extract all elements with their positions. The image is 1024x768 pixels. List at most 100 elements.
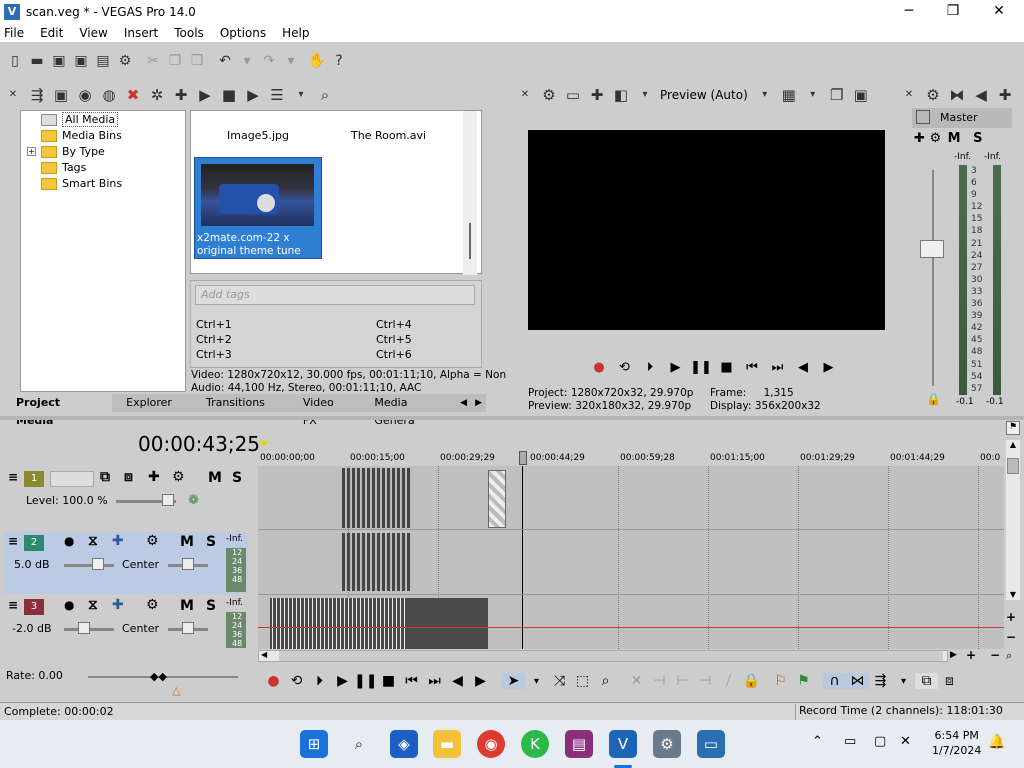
playhead-handle[interactable] bbox=[519, 451, 527, 465]
paste-icon[interactable]: ❒ bbox=[188, 52, 206, 70]
ripple-dropdown-icon[interactable]: ▾ bbox=[892, 676, 915, 687]
track-motion-icon[interactable]: ⧉ bbox=[100, 469, 110, 485]
help-icon[interactable]: ? bbox=[330, 52, 348, 70]
grid-dropdown-icon[interactable]: ▾ bbox=[804, 86, 822, 104]
normal-edit-tool-icon[interactable]: ➤ bbox=[502, 673, 525, 689]
kinemaster-icon[interactable]: K bbox=[521, 730, 549, 758]
zoom-out-horizontal-icon[interactable]: − bbox=[990, 648, 1000, 662]
audio-event[interactable] bbox=[270, 598, 488, 649]
tree-item-by-type[interactable]: + By Type bbox=[27, 144, 105, 159]
prev-frame-icon[interactable]: ◀ bbox=[792, 360, 814, 375]
clock[interactable]: 6:54 PM 1/7/2024 bbox=[932, 728, 981, 758]
solo-button[interactable]: S bbox=[206, 598, 216, 614]
tree-item-all-media[interactable]: All Media bbox=[41, 112, 119, 127]
get-media-icon[interactable]: ◉ bbox=[76, 86, 94, 104]
copy-icon[interactable]: ❐ bbox=[166, 52, 184, 70]
media-file-selected[interactable]: x2mate.com-22 x original theme tune and … bbox=[194, 157, 322, 270]
horizontal-scrollbar[interactable]: ◀ bbox=[258, 650, 948, 662]
redo-dropdown-icon[interactable]: ▾ bbox=[282, 52, 300, 70]
undo-icon[interactable]: ↶ bbox=[216, 52, 234, 70]
tabs-scroll-right-icon[interactable]: ▶ bbox=[471, 394, 486, 412]
mute-button[interactable]: M bbox=[180, 598, 194, 614]
pan-slider-knob[interactable] bbox=[182, 558, 194, 570]
winrar-icon[interactable]: ▤ bbox=[565, 730, 593, 758]
split-screen-icon[interactable]: ✚ bbox=[588, 86, 606, 104]
menu-options[interactable]: Options bbox=[220, 26, 266, 40]
master-mute-button[interactable]: M bbox=[948, 131, 961, 146]
solo-button[interactable]: S bbox=[232, 470, 242, 486]
track-fx-icon[interactable]: ⚙ bbox=[146, 597, 159, 613]
master-fader[interactable] bbox=[920, 240, 944, 258]
preview-quality-dropdown-icon[interactable]: ▾ bbox=[636, 86, 654, 104]
envelope-tool-icon[interactable]: ⤨ bbox=[548, 673, 571, 689]
tag-shortcut[interactable]: Ctrl+3 bbox=[196, 347, 232, 362]
audio-event[interactable] bbox=[342, 533, 412, 591]
store-icon[interactable]: ◈ bbox=[390, 730, 418, 758]
media-generators-icon[interactable]: ✚ bbox=[172, 86, 190, 104]
volume-envelope[interactable] bbox=[258, 627, 1004, 628]
tab-project-media[interactable]: Project Media bbox=[4, 394, 113, 427]
arm-record-icon[interactable]: ● bbox=[64, 534, 74, 548]
auto-crossfade-icon[interactable]: ⋈ bbox=[846, 673, 869, 689]
tree-item-media-bins[interactable]: Media Bins bbox=[41, 128, 122, 143]
overlays-icon[interactable]: ◧ bbox=[612, 86, 630, 104]
menu-insert[interactable]: Insert bbox=[124, 26, 158, 40]
device-preview-icon[interactable]: ▭ bbox=[564, 86, 582, 104]
play-icon[interactable]: ▶ bbox=[331, 673, 354, 689]
menu-file[interactable]: File bbox=[4, 26, 24, 40]
tab-explorer[interactable]: Explorer bbox=[112, 394, 186, 412]
loop-playback-icon[interactable]: ⟲ bbox=[285, 673, 308, 689]
edit-tool-dropdown-icon[interactable]: ▾ bbox=[525, 676, 548, 687]
rate-slider-knob[interactable]: ◆◆ bbox=[150, 670, 167, 683]
pause-icon[interactable]: ❚❚ bbox=[690, 360, 712, 375]
play-icon[interactable]: ▶ bbox=[196, 86, 214, 104]
stop-icon[interactable]: ■ bbox=[377, 673, 400, 689]
tag-shortcut[interactable]: Ctrl+6 bbox=[376, 347, 412, 362]
arm-record-icon[interactable]: ● bbox=[64, 598, 74, 612]
tag-shortcut[interactable]: Ctrl+4 bbox=[376, 317, 412, 332]
windows-start-icon[interactable]: ⊞ bbox=[300, 730, 328, 758]
stop-icon[interactable]: ■ bbox=[220, 86, 238, 104]
tab-media-generators[interactable]: Media Genera bbox=[368, 394, 456, 427]
trim-icon[interactable]: ⊣ bbox=[648, 673, 671, 689]
cut-icon[interactable]: ✂ bbox=[144, 52, 162, 70]
go-to-end-icon[interactable]: ⏭ bbox=[767, 360, 789, 375]
tree-item-smart-bins[interactable]: Smart Bins bbox=[41, 176, 122, 191]
solo-button[interactable]: S bbox=[206, 534, 216, 550]
selection-tool-icon[interactable]: ⬚ bbox=[571, 673, 594, 689]
volume-muted-icon[interactable]: ✕ bbox=[900, 734, 911, 749]
settings-icon[interactable]: ⚙ bbox=[653, 730, 681, 758]
track-header-2[interactable]: ≡ 2 ● ⧖ ✚ ⚙ M S -Inf. 5.0 dB Center 12 24… bbox=[4, 532, 248, 594]
record-icon[interactable]: ● bbox=[588, 360, 610, 375]
pan-crop-icon[interactable]: ✚ bbox=[148, 469, 160, 485]
media-file-image5[interactable]: Image5.jpg bbox=[227, 129, 289, 142]
zoom-in-horizontal-icon[interactable]: + bbox=[966, 648, 976, 662]
zoom-tool-icon[interactable]: ⌕ bbox=[1006, 649, 1012, 663]
undo-dropdown-icon[interactable]: ▾ bbox=[238, 52, 256, 70]
automation-icon[interactable]: ✚ bbox=[112, 597, 124, 613]
search-icon[interactable]: ⌕ bbox=[345, 730, 373, 758]
tree-item-tags[interactable]: Tags bbox=[41, 160, 86, 175]
play-from-start-icon[interactable]: ⏵ bbox=[639, 360, 661, 375]
save-icon[interactable]: ▣ bbox=[50, 52, 68, 70]
remote-desktop-icon[interactable]: ▭ bbox=[697, 730, 725, 758]
timeline-ruler[interactable]: 00:00:00;00 00:00:15;00 00:00:29;29 00:0… bbox=[258, 450, 1004, 466]
open-icon[interactable]: ▬ bbox=[28, 52, 46, 70]
automation-icon[interactable]: ✚ bbox=[112, 533, 124, 549]
play-from-start-icon[interactable]: ⏵ bbox=[308, 673, 331, 689]
track-fx-bypass-icon[interactable]: ❁ bbox=[188, 493, 199, 508]
trim-end-icon[interactable]: ⊣ bbox=[694, 673, 717, 689]
save-snapshot-icon[interactable]: ▣ bbox=[852, 86, 870, 104]
prev-frame-icon[interactable]: ◀ bbox=[446, 673, 469, 689]
master-properties-icon[interactable]: ⚙ bbox=[924, 86, 942, 104]
file-explorer-icon[interactable]: ▬ bbox=[433, 730, 461, 758]
tag-shortcut[interactable]: Ctrl+1 bbox=[196, 317, 232, 332]
menu-help[interactable]: Help bbox=[282, 26, 309, 40]
grid-icon[interactable]: ▦ bbox=[780, 86, 798, 104]
add-tags-field[interactable]: Add tags bbox=[195, 285, 475, 305]
go-to-start-icon[interactable]: ⏮ bbox=[741, 360, 763, 375]
media-scrollbar[interactable] bbox=[463, 111, 477, 275]
master-pan-icon[interactable]: ✚ bbox=[914, 131, 925, 146]
marker-bar-icon[interactable]: ⚑ bbox=[1006, 421, 1020, 435]
invert-phase-icon[interactable]: ⧖ bbox=[88, 533, 98, 549]
